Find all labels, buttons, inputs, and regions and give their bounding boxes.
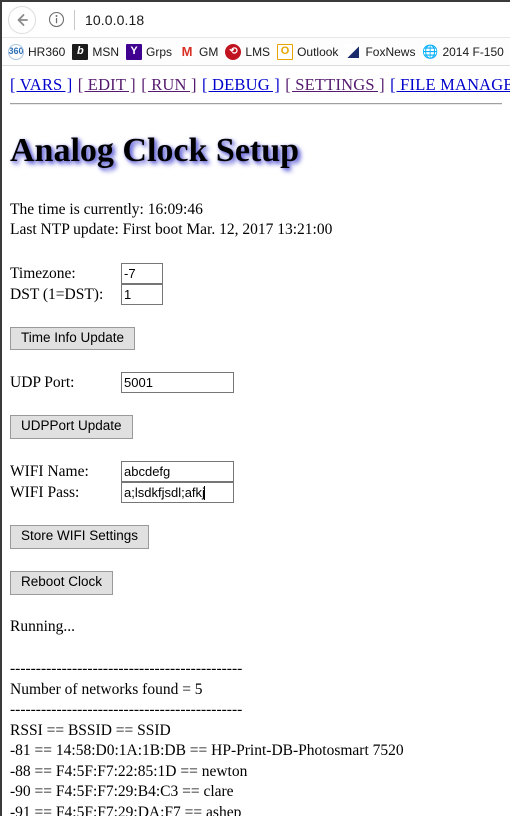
wifi-name-label: WIFI Name: [10,463,89,481]
bookmarks-bar: 360 HR360 b MSN Y Grps M GM ⟲ LMS O Outl… [2,38,510,66]
udp-port-input[interactable] [121,372,234,394]
gmail-icon: M [179,43,196,60]
outlook-icon: O [277,43,294,60]
lms-icon: ⟲ [225,43,242,60]
url-input[interactable]: 10.0.0.18 [85,12,144,28]
address-separator [74,9,75,30]
bookmark-gm[interactable]: M GM [177,41,223,63]
bookmark-label: Grps [146,44,173,59]
bookmark-label: FoxNews [365,44,416,59]
globe-icon: 🌐 [422,43,439,60]
foxnews-icon: ◢ [345,43,362,60]
reboot-clock-button[interactable]: Reboot Clock [10,571,114,595]
wifi-name-row: WIFI Name: [10,461,502,483]
nav-link-run[interactable]: [ RUN ] [141,75,196,94]
last-ntp-update-line: Last NTP update: First boot Mar. 12, 201… [10,221,333,239]
wifi-name-input[interactable] [121,461,234,483]
dst-label: DST (1=DST): [10,285,104,303]
yahoo-icon: Y [126,43,143,60]
page-title: Analog Clock Setup [10,131,300,169]
bookmark-label: MSN [92,44,120,59]
nav-link-vars[interactable]: [ VARS ] [10,75,72,94]
bookmark-outlook[interactable]: O Outlook [275,41,343,63]
nav-link-settings[interactable]: [ SETTINGS ] [285,75,385,94]
bookmark-label: Outlook [297,44,339,59]
bookmark-label: 2014 F-150 [442,44,504,59]
bookmark-foxnews[interactable]: ◢ FoxNews [343,41,420,63]
dst-input[interactable] [121,283,163,305]
network-row: -91 == F4:5F:F7:29:DA:F7 == ashep [10,803,242,816]
back-arrow-icon [14,12,30,28]
network-row: -90 == F4:5F:F7:29:B4:C3 == clare [10,783,234,801]
nav-links: [ VARS ] [ EDIT ] [ RUN ] [ DEBUG ] [ SE… [10,74,510,96]
time-info-update-button[interactable]: Time Info Update [10,326,136,351]
timezone-label: Timezone: [10,264,76,282]
udp-port-row: UDP Port: [10,372,502,394]
dst-row: DST (1=DST): [10,283,502,305]
text-cursor [203,485,205,500]
msn-icon: b [72,43,89,60]
bookmark-lms[interactable]: ⟲ LMS [223,41,275,63]
current-time-line: The time is currently: 16:09:46 [10,200,203,218]
store-wifi-settings-button[interactable]: Store WIFI Settings [10,525,150,550]
site-info-icon[interactable] [46,10,66,30]
nav-link-edit[interactable]: [ EDIT ] [78,75,136,94]
page-content: [ VARS ] [ EDIT ] [ RUN ] [ DEBUG ] [ SE… [2,66,510,816]
bookmark-grps[interactable]: Y Grps [124,41,177,63]
bookmark-label: LMS [245,44,271,59]
bookmark-2014-f150[interactable]: 🌐 2014 F-150 [420,41,508,63]
browser-window: 10.0.0.18 360 HR360 b MSN Y Grps M GM ⟲ … [0,0,510,816]
udp-port-update-button[interactable]: UDPPort Update [10,415,133,440]
bookmark-label: GM [199,44,219,59]
browser-chrome: 10.0.0.18 360 HR360 b MSN Y Grps M GM ⟲ … [2,2,510,66]
timezone-row: Timezone: [10,262,502,284]
separator-top: ----------------------------------------… [10,660,243,678]
wifi-pass-label: WIFI Pass: [10,484,80,502]
header-divider [10,102,502,105]
wifi-pass-row: WIFI Pass: a;lsdkfjsdl;afkj [10,482,502,504]
network-table-header: RSSI == BSSID == SSID [10,721,171,739]
separator-bottom: ----------------------------------------… [10,701,243,719]
timezone-input[interactable] [121,262,163,284]
bookmark-hr360[interactable]: 360 HR360 [6,41,70,63]
udp-port-label: UDP Port: [10,374,75,392]
back-button[interactable] [8,5,36,34]
address-bar-row: 10.0.0.18 [2,2,510,38]
wifi-pass-value: a;lsdkfjsdl;afkj [124,485,205,501]
nav-link-file-manager[interactable]: [ FILE MANAGER ] [390,75,510,94]
bookmark-msn[interactable]: b MSN [70,41,124,63]
hr360-icon: 360 [8,43,24,60]
network-row: -88 == F4:5F:F7:22:85:1D == newton [10,762,248,780]
nav-link-debug[interactable]: [ DEBUG ] [202,75,280,94]
network-row: -81 == 14:58:D0:1A:1B:DB == HP-Print-DB-… [10,742,404,760]
wifi-pass-input[interactable]: a;lsdkfjsdl;afkj [121,482,234,504]
status-text: Running... [10,617,76,635]
bookmark-label: HR360 [28,44,66,59]
networks-found-count: Number of networks found = 5 [10,680,203,698]
